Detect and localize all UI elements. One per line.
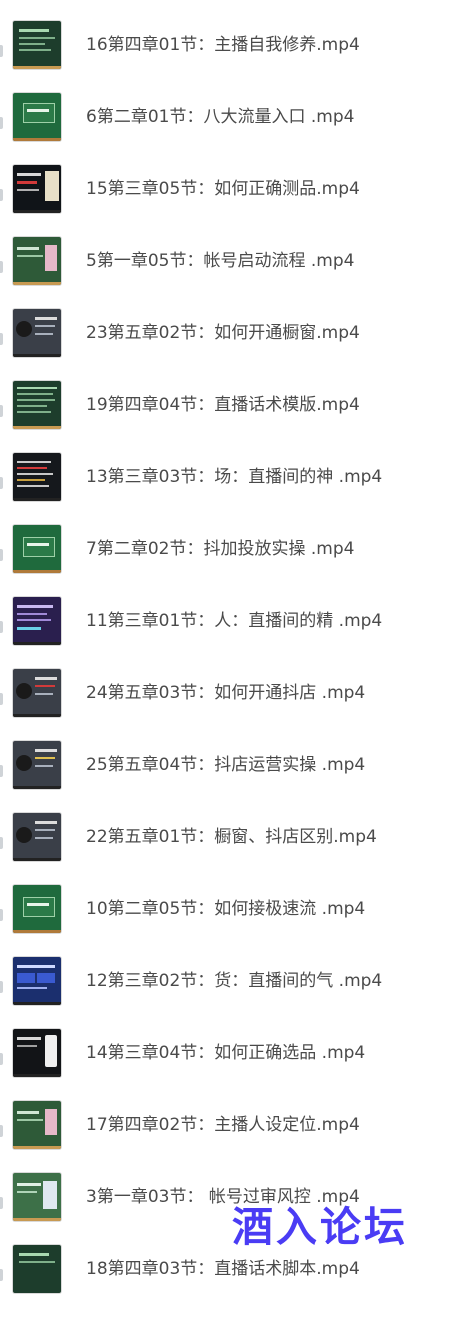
file-name: 11第三章01节：人：直播间的精 .mp4 bbox=[86, 611, 383, 631]
file-item[interactable]: 18第四章03节：直播话术脚本.mp4 bbox=[0, 1245, 449, 1317]
selection-edge bbox=[0, 1197, 3, 1209]
video-thumbnail-icon bbox=[13, 741, 61, 789]
file-item[interactable]: 22第五章01节：橱窗、抖店区别.mp4 bbox=[0, 813, 449, 885]
selection-edge bbox=[0, 981, 3, 993]
file-name: 17第四章02节：主播人设定位.mp4 bbox=[86, 1115, 360, 1135]
video-thumbnail-icon bbox=[13, 597, 61, 645]
file-name: 12第三章02节：货：直播间的气 .mp4 bbox=[86, 971, 383, 991]
selection-edge bbox=[0, 189, 3, 201]
file-item[interactable]: 6第二章01节：八大流量入口 .mp4 bbox=[0, 93, 449, 165]
video-thumbnail-icon bbox=[13, 21, 61, 69]
selection-edge bbox=[0, 333, 3, 345]
selection-edge bbox=[0, 1269, 3, 1281]
file-item[interactable]: 23第五章02节：如何开通橱窗.mp4 bbox=[0, 309, 449, 381]
selection-edge bbox=[0, 1053, 3, 1065]
selection-edge bbox=[0, 765, 3, 777]
video-thumbnail-icon bbox=[13, 93, 61, 141]
file-name: 25第五章04节：抖店运营实操 .mp4 bbox=[86, 755, 366, 775]
selection-edge bbox=[0, 909, 3, 921]
video-thumbnail-icon bbox=[13, 453, 61, 501]
file-name: 24第五章03节：如何开通抖店 .mp4 bbox=[86, 683, 366, 703]
watermark: 酒入论坛 bbox=[232, 1203, 408, 1251]
video-thumbnail-icon bbox=[13, 1245, 61, 1293]
file-item[interactable]: 16第四章01节：主播自我修养.mp4 bbox=[0, 21, 449, 93]
selection-edge bbox=[0, 117, 3, 129]
file-item[interactable]: 7第二章02节：抖加投放实操 .mp4 bbox=[0, 525, 449, 597]
file-item[interactable]: 10第二章05节：如何接极速流 .mp4 bbox=[0, 885, 449, 957]
file-item[interactable]: 13第三章03节：场：直播间的神 .mp4 bbox=[0, 453, 449, 525]
file-item[interactable]: 5第一章05节：帐号启动流程 .mp4 bbox=[0, 237, 449, 309]
file-name: 10第二章05节：如何接极速流 .mp4 bbox=[86, 899, 366, 919]
file-item[interactable]: 17第四章02节：主播人设定位.mp4 bbox=[0, 1101, 449, 1173]
file-item[interactable]: 12第三章02节：货：直播间的气 .mp4 bbox=[0, 957, 449, 1029]
file-name: 22第五章01节：橱窗、抖店区别.mp4 bbox=[86, 827, 377, 847]
video-thumbnail-icon bbox=[13, 165, 61, 213]
file-item[interactable]: 14第三章04节：如何正确选品 .mp4 bbox=[0, 1029, 449, 1101]
file-item[interactable]: 19第四章04节：直播话术模版.mp4 bbox=[0, 381, 449, 453]
file-item[interactable]: 11第三章01节：人：直播间的精 .mp4 bbox=[0, 597, 449, 669]
video-thumbnail-icon bbox=[13, 525, 61, 573]
file-name: 6第二章01节：八大流量入口 .mp4 bbox=[86, 107, 355, 127]
selection-edge bbox=[0, 621, 3, 633]
selection-edge bbox=[0, 261, 3, 273]
video-thumbnail-icon bbox=[13, 669, 61, 717]
file-name: 7第二章02节：抖加投放实操 .mp4 bbox=[86, 539, 355, 559]
video-thumbnail-icon bbox=[13, 237, 61, 285]
selection-edge bbox=[0, 405, 3, 417]
file-item[interactable]: 24第五章03节：如何开通抖店 .mp4 bbox=[0, 669, 449, 741]
selection-edge bbox=[0, 477, 3, 489]
file-name: 14第三章04节：如何正确选品 .mp4 bbox=[86, 1043, 366, 1063]
file-name: 16第四章01节：主播自我修养.mp4 bbox=[86, 35, 360, 55]
video-thumbnail-icon bbox=[13, 885, 61, 933]
video-thumbnail-icon bbox=[13, 381, 61, 429]
video-thumbnail-icon bbox=[13, 957, 61, 1005]
file-name: 5第一章05节：帐号启动流程 .mp4 bbox=[86, 251, 355, 271]
file-item[interactable]: 15第三章05节：如何正确测品.mp4 bbox=[0, 165, 449, 237]
file-name: 23第五章02节：如何开通橱窗.mp4 bbox=[86, 323, 360, 343]
video-thumbnail-icon bbox=[13, 1101, 61, 1149]
selection-edge bbox=[0, 837, 3, 849]
video-thumbnail-icon bbox=[13, 309, 61, 357]
selection-edge bbox=[0, 549, 3, 561]
video-thumbnail-icon bbox=[13, 1029, 61, 1077]
selection-edge bbox=[0, 693, 3, 705]
video-thumbnail-icon bbox=[13, 1173, 61, 1221]
file-name: 19第四章04节：直播话术模版.mp4 bbox=[86, 395, 360, 415]
selection-edge bbox=[0, 1125, 3, 1137]
file-name: 15第三章05节：如何正确测品.mp4 bbox=[86, 179, 360, 199]
selection-edge bbox=[0, 45, 3, 57]
video-thumbnail-icon bbox=[13, 813, 61, 861]
file-name: 18第四章03节：直播话术脚本.mp4 bbox=[86, 1259, 360, 1279]
file-name: 13第三章03节：场：直播间的神 .mp4 bbox=[86, 467, 383, 487]
file-item[interactable]: 25第五章04节：抖店运营实操 .mp4 bbox=[0, 741, 449, 813]
